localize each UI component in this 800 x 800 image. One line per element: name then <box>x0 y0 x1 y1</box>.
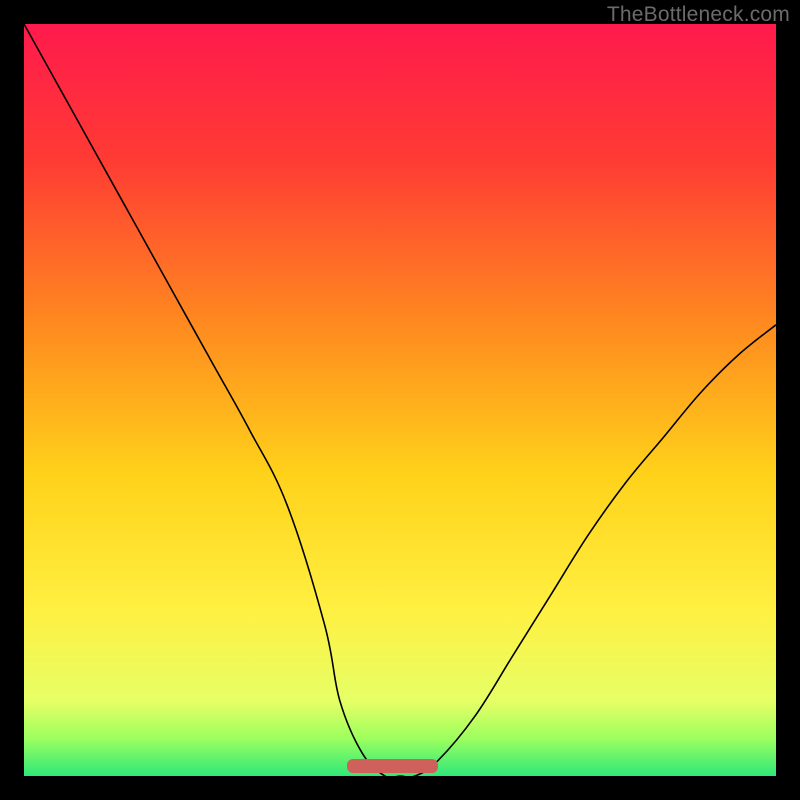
watermark-text: TheBottleneck.com <box>607 3 790 27</box>
valley-marker <box>347 759 437 773</box>
plot-area <box>24 24 776 776</box>
background-gradient <box>24 24 776 776</box>
chart-frame: TheBottleneck.com <box>0 0 800 800</box>
